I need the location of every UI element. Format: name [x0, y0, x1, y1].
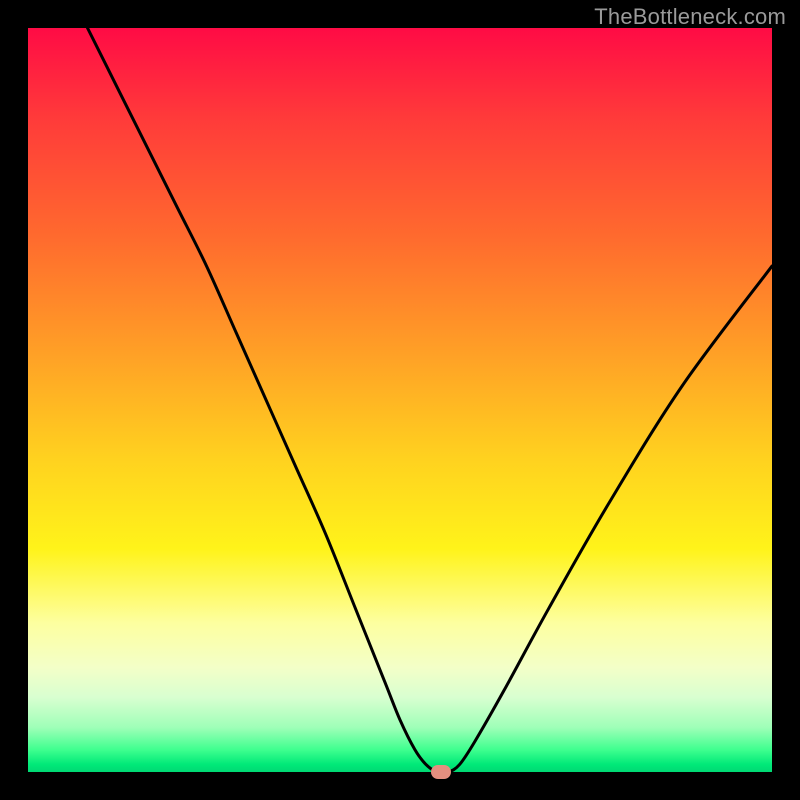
bottleneck-curve	[28, 28, 772, 772]
chart-frame: TheBottleneck.com	[0, 0, 800, 800]
attribution-text: TheBottleneck.com	[594, 4, 786, 30]
optimal-marker	[431, 765, 451, 779]
plot-area	[28, 28, 772, 772]
